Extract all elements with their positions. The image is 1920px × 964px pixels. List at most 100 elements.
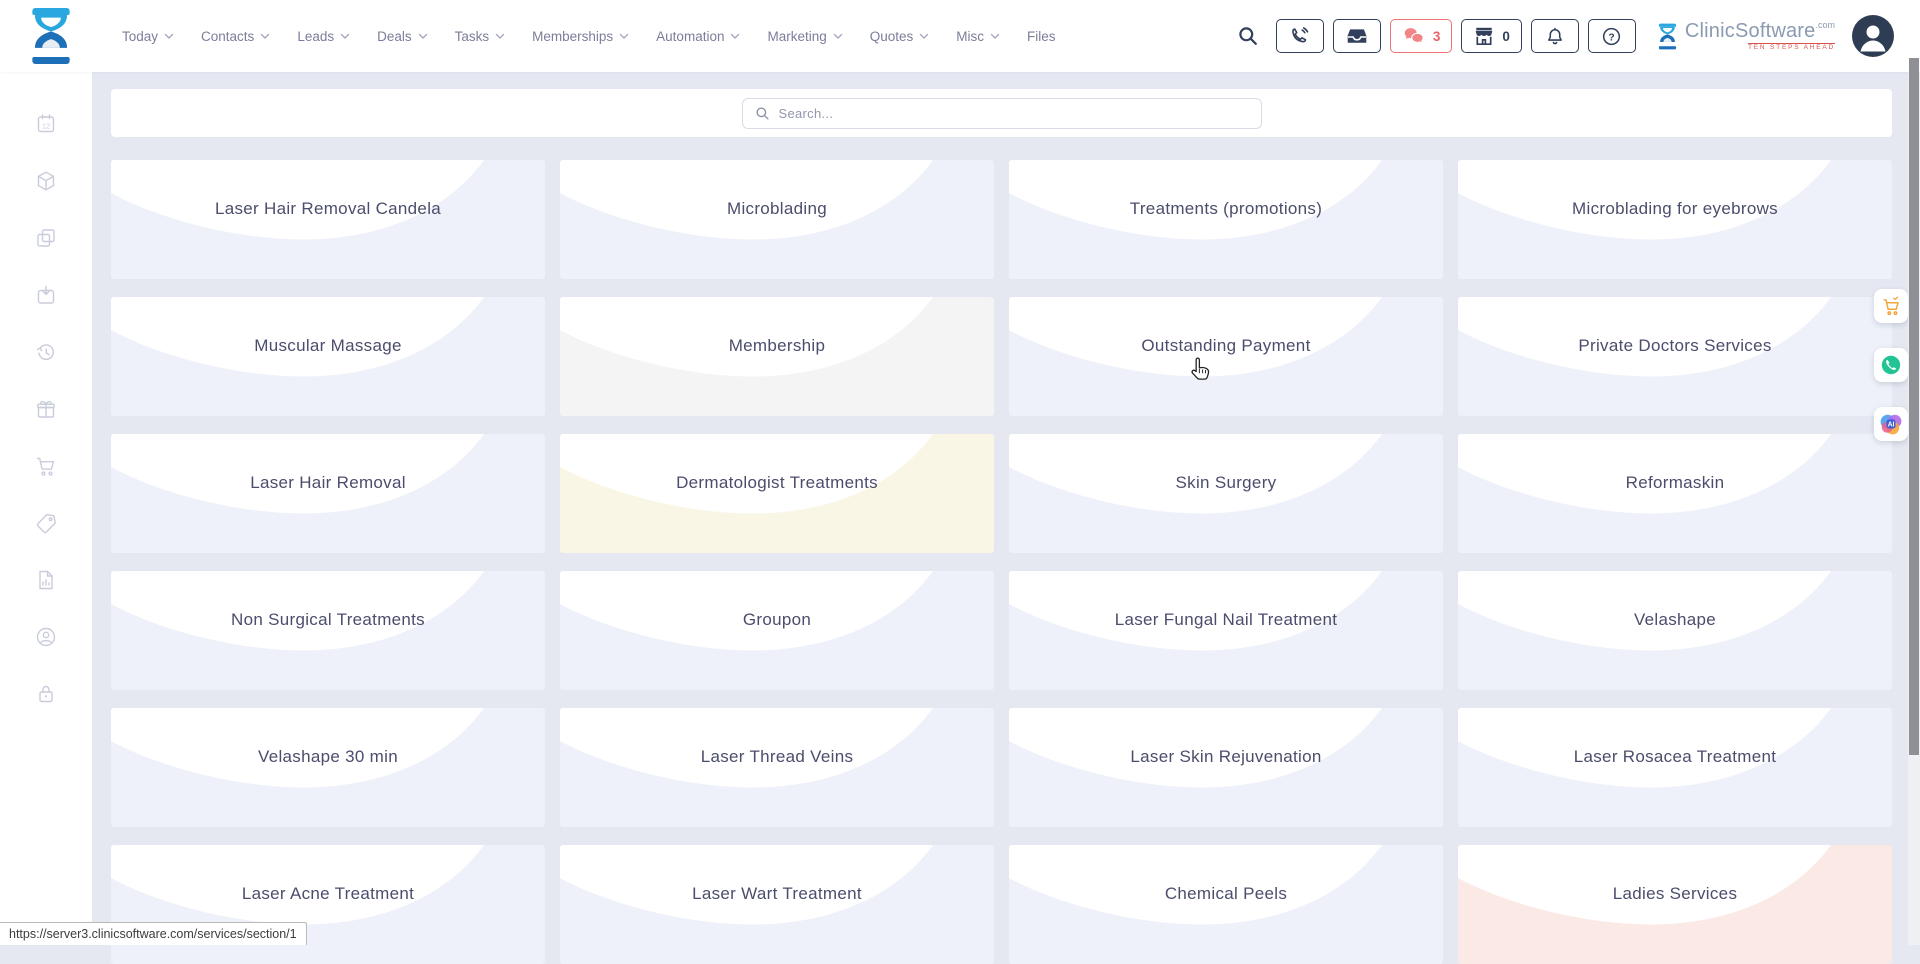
chat-button[interactable]: 3 [1390,19,1453,53]
brand-hourglass-icon [1657,23,1678,50]
card-wave-decoration [1009,708,1443,827]
service-card-label: Velashape [1458,610,1892,630]
menu-item-quotes[interactable]: Quotes [870,29,930,44]
vertical-scrollbar[interactable] [1908,72,1920,945]
whatsapp-phone-icon [1880,354,1902,376]
sidebar-user-circle-icon[interactable] [34,625,58,649]
service-card[interactable]: Private Doctors Services [1458,297,1892,416]
menu-item-label: Quotes [870,29,914,44]
service-card[interactable]: Microblading [560,160,994,279]
sidebar-gift-icon[interactable] [34,397,58,421]
sidebar-lock-icon[interactable] [34,682,58,706]
menu-item-misc[interactable]: Misc [956,29,1000,44]
inbox-button[interactable] [1333,19,1381,53]
menu-item-files[interactable]: Files [1027,29,1056,44]
service-card[interactable]: Microblading for eyebrows [1458,160,1892,279]
service-card[interactable]: Muscular Massage [111,297,545,416]
service-card[interactable]: Velashape [1458,571,1892,690]
menu-item-automation[interactable]: Automation [656,29,740,44]
service-card[interactable]: Reformaskin [1458,434,1892,553]
service-card-label: Microblading [560,199,994,219]
sidebar-history-icon[interactable] [34,340,58,364]
sidebar-calendar-icon[interactable]: 12 [34,112,58,136]
service-card[interactable]: Laser Skin Rejuvenation [1009,708,1443,827]
menu-item-today[interactable]: Today [122,29,174,44]
service-card[interactable]: Dermatologist Treatments [560,434,994,553]
quick-ai-button[interactable]: AI [1874,407,1908,441]
sidebar-checkin-icon[interactable] [34,283,58,307]
card-wave-decoration [111,160,545,279]
search-icon[interactable] [1237,25,1259,47]
menu-item-memberships[interactable]: Memberships [532,29,629,44]
menu-item-deals[interactable]: Deals [377,29,428,44]
chat-bubbles-icon [1402,27,1426,46]
user-avatar[interactable] [1852,15,1894,57]
card-wave-decoration [111,571,545,690]
help-icon: ? [1601,26,1622,47]
service-card[interactable]: Laser Hair Removal Candela [111,160,545,279]
service-card-label: Microblading for eyebrows [1458,199,1892,219]
menu-item-label: Contacts [201,29,254,44]
service-card[interactable]: Laser Wart Treatment [560,845,994,964]
search-input[interactable] [779,106,1249,121]
chevron-down-icon [164,33,174,40]
service-card[interactable]: Laser Fungal Nail Treatment [1009,571,1443,690]
service-card[interactable]: Ladies Services [1458,845,1892,964]
service-card[interactable]: Laser Hair Removal [111,434,545,553]
bell-button[interactable] [1531,19,1579,53]
service-card[interactable]: Chemical Peels [1009,845,1443,964]
sidebar-copy-icon[interactable] [34,226,58,250]
chevron-down-icon [260,33,270,40]
menu-item-tasks[interactable]: Tasks [455,29,506,44]
menu-item-marketing[interactable]: Marketing [767,29,842,44]
brand-name: ClinicSoftware [1685,20,1816,42]
service-card[interactable]: Skin Surgery [1009,434,1443,553]
card-wave-decoration [111,708,545,827]
top-navbar: Today Contacts Leads Deals Tasks Memberships A… [0,0,1920,72]
chevron-down-icon [833,33,843,40]
menu-item-label: Files [1027,29,1056,44]
help-button[interactable]: ? [1588,19,1636,53]
svg-text:12: 12 [42,122,50,131]
card-wave-decoration [1009,571,1443,690]
clinicsoftware-hourglass-logo[interactable] [28,7,74,65]
service-card[interactable]: Outstanding Payment [1009,297,1443,416]
menu-item-label: Misc [956,29,984,44]
quick-whatsapp-button[interactable] [1874,348,1908,382]
service-card[interactable]: Velashape 30 min [111,708,545,827]
service-card-label: Velashape 30 min [111,747,545,767]
menu-item-leads[interactable]: Leads [297,29,350,44]
menu-item-contacts[interactable]: Contacts [201,29,270,44]
card-wave-decoration [1458,434,1892,553]
service-card-label: Muscular Massage [111,336,545,356]
phone-button[interactable] [1276,19,1324,53]
service-card[interactable]: Non Surgical Treatments [111,571,545,690]
service-card[interactable]: Laser Rosacea Treatment [1458,708,1892,827]
sidebar-cart-icon[interactable] [34,454,58,478]
clinicsoftware-brand[interactable]: ClinicSoftware.com TEN STEPS AHEAD [1657,21,1835,52]
bell-icon [1545,26,1565,47]
chevron-down-icon [418,33,428,40]
phone-icon [1289,26,1310,47]
sidebar-price-tag-icon[interactable] [34,511,58,535]
chevron-down-icon [495,33,505,40]
card-wave-decoration [560,297,994,416]
service-card[interactable]: Groupon [560,571,994,690]
card-wave-decoration [1458,571,1892,690]
service-card[interactable]: Treatments (promotions) [1009,160,1443,279]
service-card[interactable]: Laser Acne Treatment [111,845,545,964]
card-wave-decoration [111,845,545,964]
card-wave-decoration [560,160,994,279]
sidebar-package-icon[interactable] [34,169,58,193]
service-card-label: Reformaskin [1458,473,1892,493]
chevron-down-icon [340,33,350,40]
quick-cart-button[interactable] [1874,289,1908,323]
service-card[interactable]: Membership [560,297,994,416]
service-card-label: Laser Acne Treatment [111,884,545,904]
pos-button[interactable]: 0 [1461,19,1522,53]
menu-item-label: Marketing [767,29,826,44]
service-card[interactable]: Laser Thread Veins [560,708,994,827]
sidebar-report-icon[interactable] [34,568,58,592]
scrollbar-thumb[interactable] [1909,58,1919,755]
nav-actions: 30? [1276,19,1636,53]
